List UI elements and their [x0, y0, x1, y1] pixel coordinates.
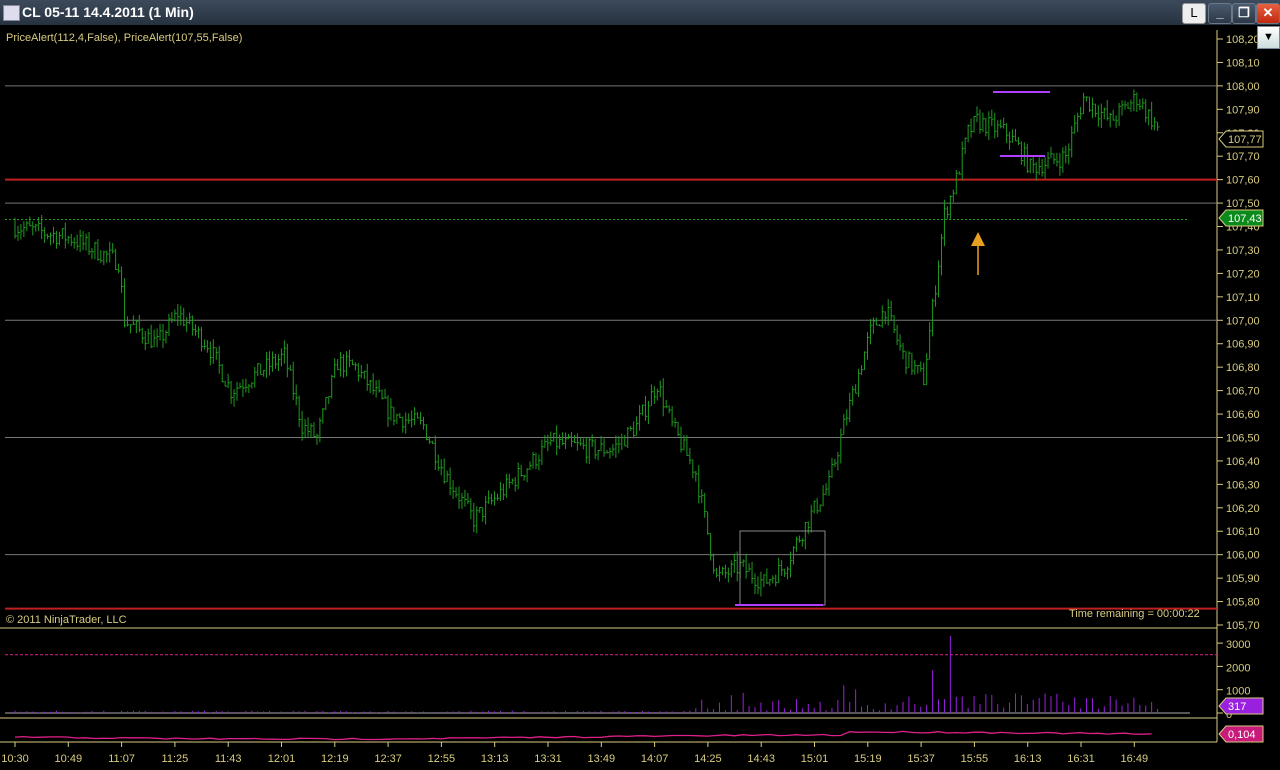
- time-tick-label: 11:25: [162, 753, 189, 765]
- time-tick-label: 10:49: [55, 753, 83, 765]
- price-tick-label: 107,10: [1226, 292, 1260, 304]
- price-chart[interactable]: 108,20108,10108,00107,90107,80107,70107,…: [0, 0, 1280, 770]
- price-tick-label: 107,90: [1226, 104, 1260, 116]
- price-tick-label: 108,10: [1226, 57, 1260, 69]
- price-tick-label: 106,60: [1226, 409, 1260, 421]
- time-tick-label: 13:49: [588, 753, 616, 765]
- time-tick-label: 15:19: [854, 753, 882, 765]
- time-tick-label: 11:43: [215, 753, 242, 765]
- time-tick-label: 14:07: [641, 753, 669, 765]
- indicators-label: PriceAlert(112,4,False), PriceAlert(107,…: [6, 32, 243, 44]
- price-tick-label: 106,80: [1226, 362, 1260, 374]
- time-tick-label: 14:43: [747, 753, 775, 765]
- price-tick-label: 106,90: [1226, 339, 1260, 351]
- volume-last-marker: 317: [1228, 701, 1246, 713]
- price-tick-label: 106,40: [1226, 456, 1260, 468]
- time-tick-label: 13:31: [534, 753, 562, 765]
- time-remaining: Time remaining = 00:00:22: [1069, 608, 1200, 620]
- last-price-marker: 107,77: [1228, 134, 1262, 146]
- price-tick-label: 107,00: [1226, 315, 1260, 327]
- volume-tick-label: 2000: [1226, 662, 1250, 674]
- time-tick-label: 12:37: [374, 753, 402, 765]
- time-tick-label: 15:01: [801, 753, 829, 765]
- price-tick-label: 107,70: [1226, 151, 1260, 163]
- time-tick-label: 13:13: [481, 753, 509, 765]
- price-tick-label: 106,00: [1226, 550, 1260, 562]
- price-tick-label: 107,30: [1226, 245, 1260, 257]
- price-tick-label: 107,60: [1226, 175, 1260, 187]
- indicator-last-marker: 0,104: [1228, 729, 1256, 741]
- price-tick-label: 106,50: [1226, 432, 1260, 444]
- time-tick-label: 11:07: [108, 753, 135, 765]
- price-tick-label: 107,20: [1226, 268, 1260, 280]
- price-tick-label: 108,00: [1226, 81, 1260, 93]
- price-tick-label: 105,90: [1226, 573, 1260, 585]
- time-tick-label: 16:13: [1014, 753, 1042, 765]
- alert-price-marker: 107,43: [1228, 213, 1262, 225]
- copyright-label: © 2011 NinjaTrader, LLC: [6, 614, 127, 626]
- price-tick-label: 105,80: [1226, 597, 1260, 609]
- time-tick-label: 15:37: [907, 753, 935, 765]
- time-tick-label: 12:19: [321, 753, 349, 765]
- indicator-line: [14, 730, 1152, 741]
- price-tick-label: 108,20: [1226, 34, 1260, 46]
- volume-tick-label: 1000: [1226, 686, 1250, 698]
- time-tick-label: 15:55: [961, 753, 989, 765]
- time-tick-label: 16:31: [1067, 753, 1095, 765]
- time-tick-label: 12:55: [428, 753, 456, 765]
- range-box: [739, 530, 826, 606]
- chart-dropdown-button[interactable]: ▼: [1257, 26, 1280, 49]
- price-tick-label: 106,20: [1226, 503, 1260, 515]
- price-tick-label: 106,10: [1226, 526, 1260, 538]
- up-arrow-icon: [971, 232, 985, 246]
- price-tick-label: 105,70: [1226, 620, 1260, 632]
- price-tick-label: 107,50: [1226, 198, 1260, 210]
- time-tick-label: 10:30: [1, 753, 29, 765]
- time-tick-label: 14:25: [694, 753, 722, 765]
- time-tick-label: 16:49: [1121, 753, 1149, 765]
- time-tick-label: 12:01: [268, 753, 296, 765]
- price-tick-label: 106,70: [1226, 386, 1260, 398]
- price-tick-label: 106,30: [1226, 479, 1260, 491]
- volume-tick-label: 3000: [1226, 639, 1250, 651]
